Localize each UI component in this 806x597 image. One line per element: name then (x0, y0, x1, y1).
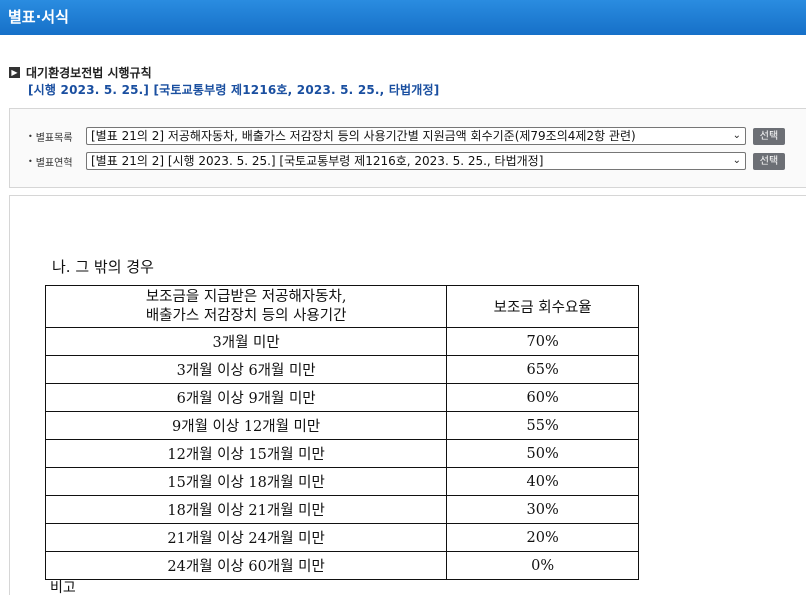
footnote-heading: 비고 (50, 580, 76, 596)
table-row: 15개월 이상 18개월 미만 40% (44, 467, 639, 496)
table-row: 3개월 미만 70% (44, 327, 639, 356)
period-cell: 3개월 이상 6개월 미만 (44, 355, 448, 384)
table-row: 9개월 이상 12개월 미만 55% (44, 411, 639, 440)
header-period: 보조금을 지급받은 저공해자동차, 배출가스 저감장치 등의 사용기간 (44, 285, 448, 328)
chevron-down-icon: ⌄ (732, 155, 741, 166)
table-row: 6개월 이상 9개월 미만 60% (44, 383, 639, 412)
appendix-list-select[interactable]: [별표 21의 2] 저공해자동차, 배출가스 저감장치 등의 사용기간별 지원… (86, 127, 746, 145)
window-title: 별표·서식 (0, 0, 806, 35)
table-row: 3개월 이상 6개월 미만 65% (44, 355, 639, 384)
selector-row-history: • 별표연혁 [별표 21의 2] [시행 2023. 5. 25.] [국토교… (28, 152, 785, 170)
rate-cell: 20% (446, 523, 639, 552)
rate-cell: 30% (446, 495, 639, 524)
appendix-history-select[interactable]: [별표 21의 2] [시행 2023. 5. 25.] [국토교통부령 제12… (86, 152, 746, 170)
table-selector-panel: • 별표목록 [별표 21의 2] 저공해자동차, 배출가스 저감장치 등의 사… (9, 108, 806, 188)
law-name: 대기환경보전법 시행규칙 (26, 65, 152, 80)
appendix-history-value: [별표 21의 2] [시행 2023. 5. 25.] [국토교통부령 제12… (91, 154, 544, 168)
period-cell: 18개월 이상 21개월 미만 (44, 495, 448, 524)
rate-cell: 40% (446, 467, 639, 496)
table-header-row: 보조금을 지급받은 저공해자동차, 배출가스 저감장치 등의 사용기간 보조금 … (44, 285, 639, 328)
period-cell: 21개월 이상 24개월 미만 (44, 523, 448, 552)
period-cell: 9개월 이상 12개월 미만 (44, 411, 448, 440)
period-cell: 3개월 미만 (44, 327, 448, 356)
selector-label-history: 별표연혁 (35, 157, 73, 169)
select-appendix-button[interactable]: 선택 (753, 127, 785, 145)
bullet-dot-icon: • (28, 156, 33, 166)
rate-cell: 70% (446, 327, 639, 356)
period-cell: 15개월 이상 18개월 미만 (44, 467, 448, 496)
bullet-dot-icon: • (28, 131, 33, 141)
rate-cell: 55% (446, 411, 639, 440)
rate-cell: 65% (446, 355, 639, 384)
rate-cell: 50% (446, 439, 639, 468)
selector-row-list: • 별표목록 [별표 21의 2] 저공해자동차, 배출가스 저감장치 등의 사… (28, 127, 785, 145)
chevron-down-icon: ⌄ (732, 130, 741, 141)
period-cell: 24개월 이상 60개월 미만 (44, 551, 448, 580)
law-info: ▶ 대기환경보전법 시행규칙 [시행 2023. 5. 25.] [국토교통부령… (9, 64, 439, 98)
table-row: 21개월 이상 24개월 미만 20% (44, 523, 639, 552)
rate-cell: 60% (446, 383, 639, 412)
table-row: 12개월 이상 15개월 미만 50% (44, 439, 639, 468)
recovery-rate-table: 보조금을 지급받은 저공해자동차, 배출가스 저감장치 등의 사용기간 보조금 … (44, 285, 639, 580)
arrow-bullet-icon: ▶ (9, 66, 20, 78)
law-enforcement-info: [시행 2023. 5. 25.] [국토교통부령 제1216호, 2023. … (28, 83, 440, 97)
section-heading: 나. 그 밖의 경우 (52, 258, 154, 276)
table-row: 24개월 이상 60개월 미만 0% (44, 551, 639, 580)
select-history-button[interactable]: 선택 (753, 152, 785, 170)
period-cell: 12개월 이상 15개월 미만 (44, 439, 448, 468)
rate-cell: 0% (446, 551, 639, 580)
period-cell: 6개월 이상 9개월 미만 (44, 383, 448, 412)
header-rate: 보조금 회수요율 (446, 285, 639, 328)
table-row: 18개월 이상 21개월 미만 30% (44, 495, 639, 524)
appendix-list-value: [별표 21의 2] 저공해자동차, 배출가스 저감장치 등의 사용기간별 지원… (91, 129, 636, 143)
selector-label-list: 별표목록 (35, 132, 73, 144)
